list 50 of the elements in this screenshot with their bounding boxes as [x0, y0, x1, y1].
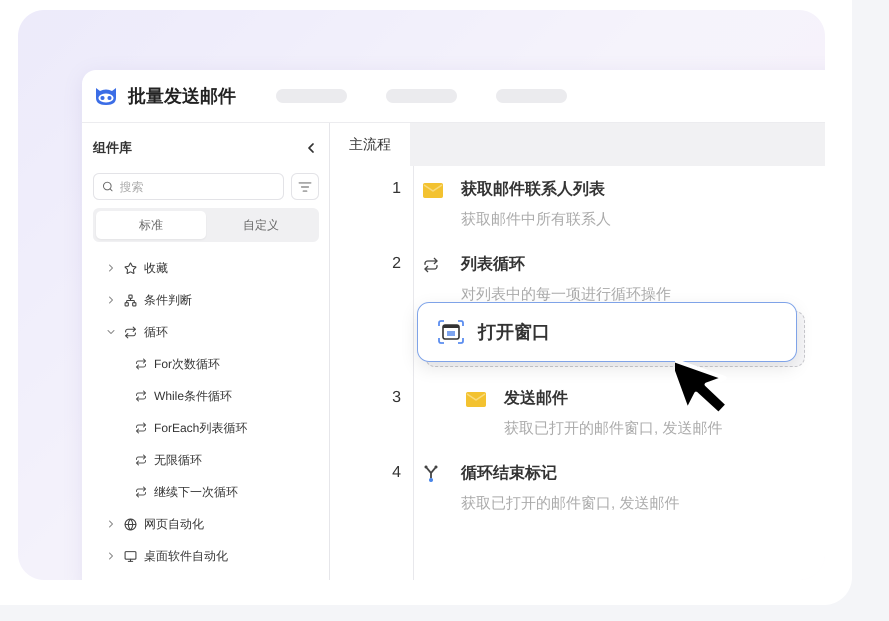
search-field[interactable]: 搜索 [93, 173, 284, 200]
line-number: 1 [391, 179, 402, 199]
search-input[interactable]: 搜索 [118, 178, 275, 194]
tab[interactable]: 自定义 [206, 211, 316, 239]
loop-icon [135, 486, 147, 498]
monitor-icon [124, 550, 137, 562]
envelope-icon [466, 392, 486, 406]
star-icon [124, 262, 137, 274]
dragged-card[interactable]: 打开窗口 [417, 302, 797, 362]
filter-icon [298, 180, 312, 194]
loop-icon [135, 358, 147, 370]
globe-icon [124, 518, 137, 530]
step-description: 对列表中的每一项进行循环操作 [461, 285, 672, 305]
step-description: 获取已打开的邮件窗口, 发送邮件 [461, 494, 680, 514]
tree-item[interactable]: 收藏 [93, 252, 319, 284]
loop-icon [135, 422, 147, 434]
tree-item[interactable]: 继续下一次循环 [93, 476, 319, 508]
loop-icon [135, 390, 147, 402]
loop-icon [423, 257, 439, 273]
loop-icon [135, 454, 147, 466]
line-number: 4 [391, 463, 402, 483]
robot-logo-icon [94, 86, 118, 106]
card-title: 打开窗口 [478, 321, 550, 344]
tree-item[interactable]: 无限循环 [93, 444, 319, 476]
tree-item[interactable]: 条件判断 [93, 284, 319, 316]
tab[interactable]: 标准 [96, 211, 206, 239]
step-title[interactable]: 发送邮件 [504, 387, 825, 411]
step-description: 获取已打开的邮件窗口, 发送邮件 [504, 419, 724, 439]
line-number: 2 [391, 254, 402, 274]
tree-item[interactable]: While条件循环 [93, 380, 319, 412]
window-icon [438, 320, 464, 344]
filter-button[interactable] [291, 173, 319, 200]
search-icon [102, 180, 114, 193]
window-title: 批量发送邮件 [128, 85, 236, 108]
tree-item[interactable]: ForEach列表循环 [93, 412, 319, 444]
tree-item[interactable]: For次数循环 [93, 348, 319, 380]
step-description: 获取邮件中所有联系人 [461, 210, 612, 230]
step-title[interactable]: 列表循环 [461, 253, 825, 277]
tab[interactable]: 主流程 [330, 123, 410, 166]
sidebar-title: 组件库 [93, 139, 132, 157]
branch-icon [124, 294, 137, 306]
step-title[interactable]: 循环结束标记 [461, 462, 825, 486]
envelope-icon [423, 182, 443, 198]
tree-item[interactable]: 桌面软件自动化 [93, 540, 319, 572]
loop-icon [124, 326, 137, 338]
step-title[interactable]: 获取邮件联系人列表 [461, 178, 825, 202]
tree-item[interactable]: 循环 [93, 316, 319, 348]
tree-item[interactable]: 网页自动化 [93, 508, 319, 540]
fork-icon [423, 465, 439, 483]
line-number: 3 [391, 388, 402, 408]
